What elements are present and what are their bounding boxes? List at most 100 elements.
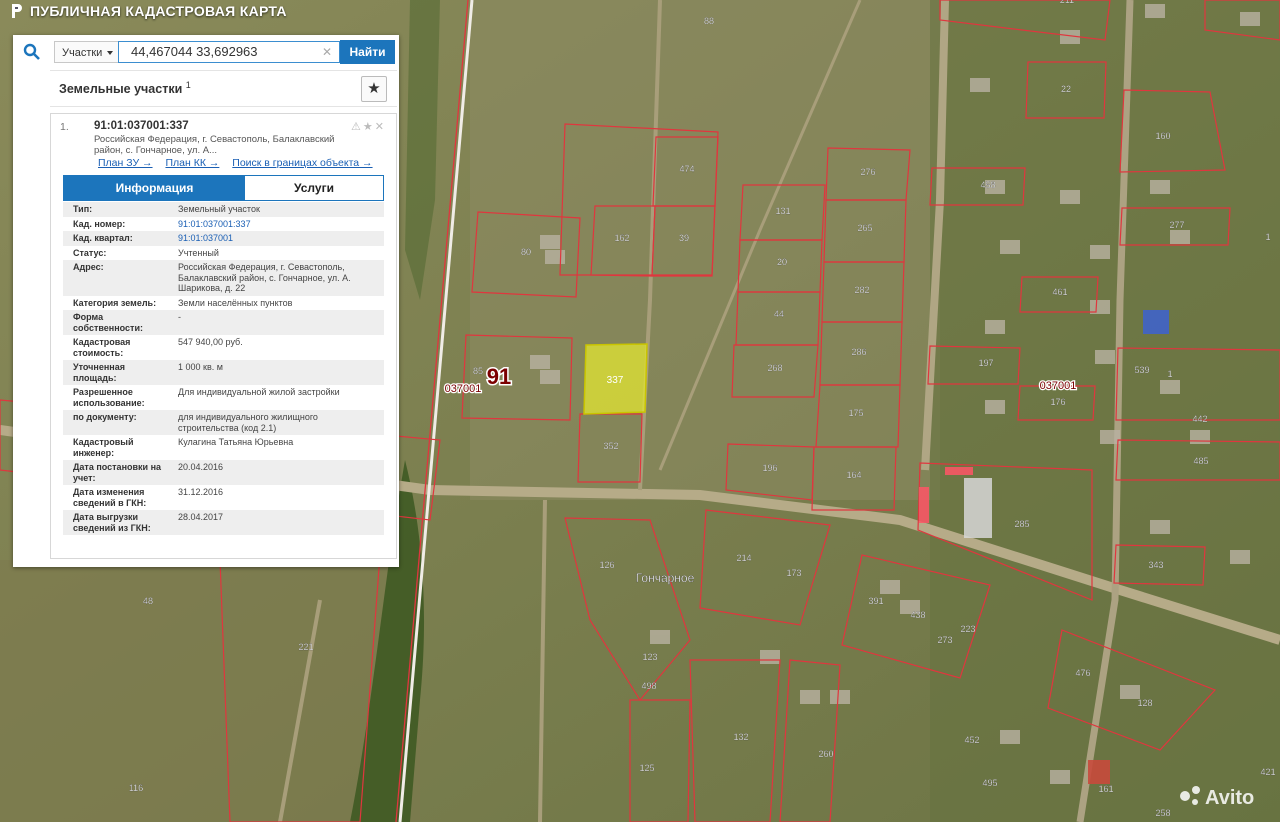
parcel-label: 161 [1098, 784, 1113, 794]
house [1095, 350, 1115, 364]
info-value: Земли населённых пунктов [178, 297, 293, 308]
parcel-label: 162 [614, 233, 629, 243]
house [650, 630, 670, 644]
parcel-label: 495 [982, 778, 997, 788]
search-input[interactable]: 44,467044 33,692963 ✕ [118, 41, 340, 63]
info-row: Кад. номер: 91:01:037001:337 [63, 217, 384, 232]
info-value[interactable]: 91:01:037001 [174, 231, 384, 246]
parcel-label: 343 [1148, 560, 1163, 570]
parcel-label: 197 [978, 358, 993, 368]
info-value: Кулагина Татьяна Юрьевна [178, 437, 294, 447]
house [540, 370, 560, 384]
info-row: Статус: Учтенный [63, 246, 384, 261]
tabs: Информация Услуги [63, 175, 384, 201]
info-value: 547 940,00 руб. [178, 337, 243, 347]
clear-icon[interactable]: ✕ [322, 42, 332, 62]
result-cad-number[interactable]: 91:01:037001:337 [94, 120, 189, 132]
tab-info[interactable]: Информация [64, 176, 245, 200]
close-icon[interactable]: ✕ [375, 121, 386, 133]
info-key: Уточненная площадь: [73, 362, 125, 383]
search-bounds-link[interactable]: Поиск в границах объекта → [232, 157, 372, 169]
parcel-label: 258 [1155, 808, 1170, 818]
result-count: 1 [185, 80, 191, 90]
info-key: Кадастровый инженер: [73, 437, 134, 458]
quarter-label: 037001 [1040, 380, 1077, 392]
parcel-label: 80 [521, 247, 531, 257]
info-value[interactable]: 91:01:037001:337 [174, 217, 384, 232]
parcel-label: 285 [1014, 519, 1029, 529]
logo-icon [12, 4, 22, 18]
field-area-sw [0, 560, 420, 822]
info-key: Дата изменения сведений в ГКН: [73, 487, 147, 508]
tab-services[interactable]: Услуги [245, 176, 383, 200]
find-button[interactable]: Найти [340, 40, 395, 64]
house [970, 78, 990, 92]
star-icon[interactable]: ★ [363, 121, 375, 133]
house [1145, 4, 1165, 18]
info-key: Дата постановки на учет: [73, 462, 162, 483]
plan-zu-link[interactable]: План ЗУ → [98, 157, 153, 169]
white-building [964, 478, 992, 538]
search-icon[interactable] [23, 43, 41, 61]
warning-icon[interactable]: ⚠ [351, 121, 363, 133]
parcel-label: 116 [129, 783, 143, 793]
parcel-label: 539 [1134, 365, 1149, 375]
section-header: Земельные участки 1 ★ [50, 70, 397, 107]
blue-roof [1143, 310, 1169, 334]
info-row: Категория земель: Земли населённых пункто… [63, 296, 384, 311]
parcel-label: 282 [854, 285, 869, 295]
house [540, 235, 560, 249]
plan-kk-link[interactable]: План КК → [165, 157, 219, 169]
parcel-label: 223 [960, 624, 975, 634]
info-value: 1 000 кв. м [178, 362, 223, 372]
parcel-label: 485 [1193, 456, 1208, 466]
section-title: Земельные участки 1 [59, 80, 191, 96]
parcel-label: 1 [1167, 369, 1172, 379]
house [880, 580, 900, 594]
parcel-label: 391 [868, 596, 883, 606]
parcel-label: 474 [679, 164, 694, 174]
info-table: Тип: Земельный участок Кад. номер: 91:01:03… [63, 202, 384, 535]
parcel-label: 85 [473, 366, 483, 376]
parcel-label: 498 [641, 681, 656, 691]
info-row: Дата выгрузки сведений из ГКН: 28.04.2017 [63, 510, 384, 535]
parcel-label: 438 [910, 610, 925, 620]
parcel-label: 20 [777, 257, 787, 267]
house [1100, 430, 1120, 444]
info-panel: Участки 44,467044 33,692963 ✕ Найти Земел… [13, 35, 399, 567]
search-type-select[interactable]: Участки [54, 41, 118, 63]
info-row: Дата постановки на учет: 20.04.2016 [63, 460, 384, 485]
house [1000, 240, 1020, 254]
house [1190, 430, 1210, 444]
app-title: ПУБЛИЧНАЯ КАДАСТРОВАЯ КАРТА [10, 3, 287, 19]
info-row: Уточненная площадь: 1 000 кв. м [63, 360, 384, 385]
parcel-label: 352 [603, 441, 618, 451]
parcel-label: 277 [1169, 220, 1184, 230]
info-row: Тип: Земельный участок [63, 202, 384, 217]
info-value: 31.12.2016 [178, 487, 224, 497]
info-key: Кадастровая стоимость: [73, 337, 131, 358]
parcel-label: 214 [736, 553, 751, 563]
parcel-label: 421 [1260, 767, 1275, 777]
house [1150, 180, 1170, 194]
parcel-label: 452 [964, 735, 979, 745]
house [1150, 520, 1170, 534]
result-links: План ЗУ → План КК → Поиск в границах объ… [98, 157, 383, 169]
favorite-button[interactable]: ★ [361, 76, 387, 102]
result-address: Российская Федерация, г. Севастополь, Ба… [94, 134, 335, 156]
parcel-label: 276 [860, 167, 875, 177]
red-roof [1088, 760, 1110, 784]
parcel-label: 125 [639, 763, 654, 773]
parcel-label: 131 [775, 206, 790, 216]
avito-logo-text: Avito [1205, 787, 1254, 809]
parcel-label: 286 [851, 347, 866, 357]
info-value: Российская Федерация, г. Севастополь, Ба… [178, 262, 351, 293]
info-key: Дата выгрузки сведений из ГКН: [73, 512, 151, 533]
house [985, 320, 1005, 334]
info-key: Адрес: [73, 262, 104, 272]
info-row: Форма собственности: - [63, 310, 384, 335]
parcel-label: 128 [1137, 698, 1152, 708]
house [1000, 730, 1020, 744]
parcel-label: 442 [1192, 414, 1207, 424]
search-type-label: Участки [62, 47, 103, 59]
